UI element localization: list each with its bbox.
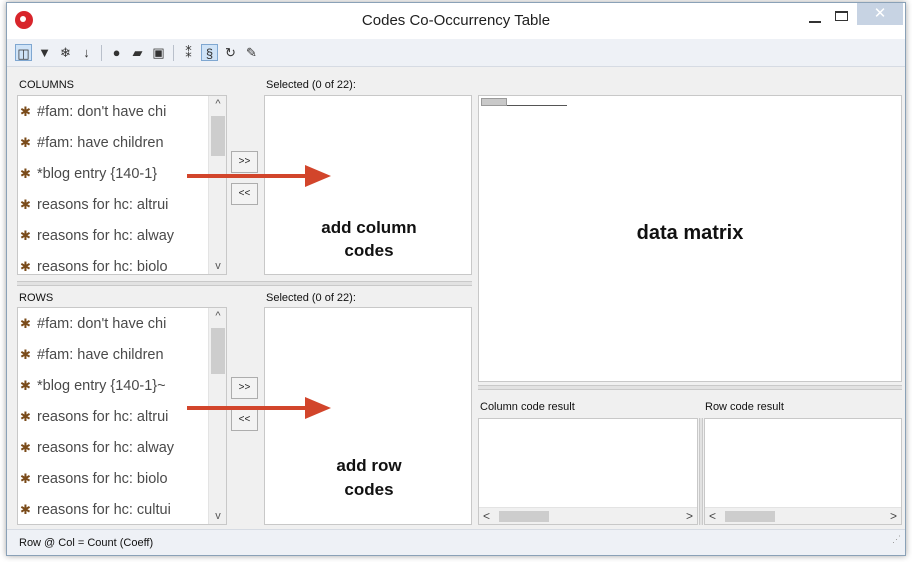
code-label: *blog entry {140-1}~ bbox=[37, 377, 166, 394]
column-arrow-icon bbox=[187, 165, 331, 187]
add-column-codes-annotation: add column codes bbox=[285, 216, 453, 262]
rows-header: ROWS bbox=[19, 292, 54, 304]
code-label: #fam: don't have chi bbox=[37, 103, 167, 120]
list-item[interactable]: ✱ reasons for hc: alway bbox=[18, 220, 226, 251]
code-icon: ✱ bbox=[20, 346, 31, 362]
columns-selected-label: Selected (0 of 22): bbox=[266, 79, 356, 91]
scroll-down-icon[interactable]: v bbox=[212, 260, 224, 272]
matrix-corner-cell[interactable] bbox=[481, 98, 507, 106]
row-code-result-label: Row code result bbox=[705, 401, 784, 413]
code-icon: ✱ bbox=[20, 134, 31, 150]
results-splitter[interactable] bbox=[478, 385, 902, 390]
scroll-right-icon[interactable]: > bbox=[686, 509, 693, 523]
co-occurrence-window: Codes Co-Occurrency Table ✕ ◫ ▼ ❄ ↓ ● ▰ … bbox=[6, 2, 906, 556]
code-label: reasons for hc: cultui bbox=[37, 501, 171, 518]
code-icon: ✱ bbox=[20, 439, 31, 455]
list-item[interactable]: ✱ #fam: have children bbox=[18, 339, 226, 370]
status-text: Row @ Col = Count (Coeff) bbox=[19, 537, 154, 549]
column-code-result-panel[interactable]: < > bbox=[478, 418, 698, 525]
code-icon: ✱ bbox=[20, 408, 31, 424]
columns-header: COLUMNS bbox=[19, 79, 75, 91]
code-label: *blog entry {140-1} bbox=[37, 165, 158, 182]
vertical-splitter[interactable] bbox=[699, 418, 703, 525]
annotation-line: add row bbox=[336, 456, 402, 475]
code-icon: ✱ bbox=[20, 315, 31, 331]
column-result-hscrollbar[interactable]: < > bbox=[479, 507, 697, 524]
refresh-icon[interactable]: ↻ bbox=[222, 44, 239, 61]
code-icon: ✱ bbox=[20, 103, 31, 119]
code-icon: ✱ bbox=[20, 196, 31, 212]
color-wheel-icon[interactable]: ● bbox=[108, 44, 125, 61]
add-row-codes-annotation: add row codes bbox=[295, 454, 443, 502]
annotation-line: codes bbox=[344, 480, 394, 499]
list-item[interactable]: ✱ reasons for hc: biolo bbox=[18, 251, 226, 282]
toolbar: ◫ ▼ ❄ ↓ ● ▰ ▣ ⁑ § ↻ ✎ bbox=[7, 39, 905, 67]
wrench-icon[interactable]: ✎ bbox=[243, 44, 260, 61]
list-item[interactable]: ✱ #fam: don't have chi bbox=[18, 308, 226, 339]
code-icon: ✱ bbox=[20, 470, 31, 486]
data-matrix-annotation: data matrix bbox=[636, 222, 744, 244]
sort-az-icon[interactable]: ↓ bbox=[78, 44, 95, 61]
code-icon: ✱ bbox=[20, 227, 31, 243]
scrollbar-thumb[interactable] bbox=[211, 328, 225, 374]
panel-layout-icon[interactable]: ◫ bbox=[15, 44, 32, 61]
scroll-right-icon[interactable]: > bbox=[890, 509, 897, 523]
row-result-hscrollbar[interactable]: < > bbox=[705, 507, 901, 524]
list-item[interactable]: ✱ reasons for hc: cultui bbox=[18, 494, 226, 525]
close-button[interactable]: ✕ bbox=[857, 3, 903, 25]
snowflake-icon[interactable]: ❄ bbox=[57, 44, 74, 61]
code-icon: ✱ bbox=[20, 258, 31, 274]
code-label: #fam: have children bbox=[37, 346, 164, 363]
data-matrix-panel[interactable]: data matrix bbox=[478, 95, 902, 382]
row-arrow-icon bbox=[187, 397, 331, 419]
toolbar-divider bbox=[173, 44, 174, 61]
filter-icon[interactable]: ▼ bbox=[36, 44, 53, 61]
toolbar-divider bbox=[101, 44, 102, 61]
scroll-left-icon[interactable]: < bbox=[483, 509, 490, 523]
chat-icon[interactable]: ▰ bbox=[129, 44, 146, 61]
code-icon: ✱ bbox=[20, 501, 31, 517]
matrix-header-line bbox=[507, 105, 567, 106]
list-item[interactable]: ✱ #fam: have children bbox=[18, 127, 226, 158]
code-label: #fam: have children bbox=[37, 134, 164, 151]
row-code-result-panel[interactable]: < > bbox=[704, 418, 902, 525]
minimize-button[interactable] bbox=[801, 7, 829, 27]
code-label: reasons for hc: altrui bbox=[37, 408, 169, 425]
code-label: reasons for hc: altrui bbox=[37, 196, 169, 213]
code-label: reasons for hc: biolo bbox=[37, 470, 168, 487]
code-label: reasons for hc: alway bbox=[37, 227, 175, 244]
rows-selected-label: Selected (0 of 22): bbox=[266, 292, 356, 304]
code-icon: ✱ bbox=[20, 377, 31, 393]
list-item[interactable]: ✱ reasons for hc: alway bbox=[18, 432, 226, 463]
column-code-result-label: Column code result bbox=[480, 401, 575, 413]
scrollbar-thumb[interactable] bbox=[211, 116, 225, 156]
status-bar: Row @ Col = Count (Coeff) ⋰ bbox=[7, 529, 905, 555]
scrollbar-thumb[interactable] bbox=[499, 511, 549, 522]
scroll-up-icon[interactable]: ^ bbox=[212, 98, 224, 110]
window-title: Codes Co-Occurrency Table bbox=[361, 12, 551, 29]
annotation-line: codes bbox=[344, 241, 394, 260]
resize-grip-icon[interactable]: ⋰ bbox=[892, 526, 901, 552]
cluster-icon[interactable]: ⁑ bbox=[180, 44, 197, 61]
scroll-left-icon[interactable]: < bbox=[709, 509, 716, 523]
annotation-line: add column bbox=[321, 218, 417, 237]
horizontal-splitter[interactable] bbox=[17, 281, 472, 286]
code-label: #fam: don't have chi bbox=[37, 315, 167, 332]
code-label: reasons for hc: alway bbox=[37, 439, 175, 456]
code-icon: ✱ bbox=[20, 165, 31, 181]
list-item[interactable]: ✱ #fam: don't have chi bbox=[18, 96, 226, 127]
scroll-down-icon[interactable]: v bbox=[212, 510, 224, 522]
list-item[interactable]: ✱ reasons for hc: biolo bbox=[18, 463, 226, 494]
code-filter-icon[interactable]: § bbox=[201, 44, 218, 61]
scroll-up-icon[interactable]: ^ bbox=[212, 310, 224, 322]
title-bar: Codes Co-Occurrency Table ✕ bbox=[7, 3, 905, 39]
list-item[interactable]: ✱ reasons for hc: altrui bbox=[18, 189, 226, 220]
scrollbar-thumb[interactable] bbox=[725, 511, 775, 522]
export-table-icon[interactable]: ▣ bbox=[150, 44, 167, 61]
code-label: reasons for hc: biolo bbox=[37, 258, 168, 275]
maximize-icon bbox=[835, 11, 848, 21]
maximize-button[interactable] bbox=[827, 7, 855, 27]
minimize-icon bbox=[809, 21, 821, 23]
